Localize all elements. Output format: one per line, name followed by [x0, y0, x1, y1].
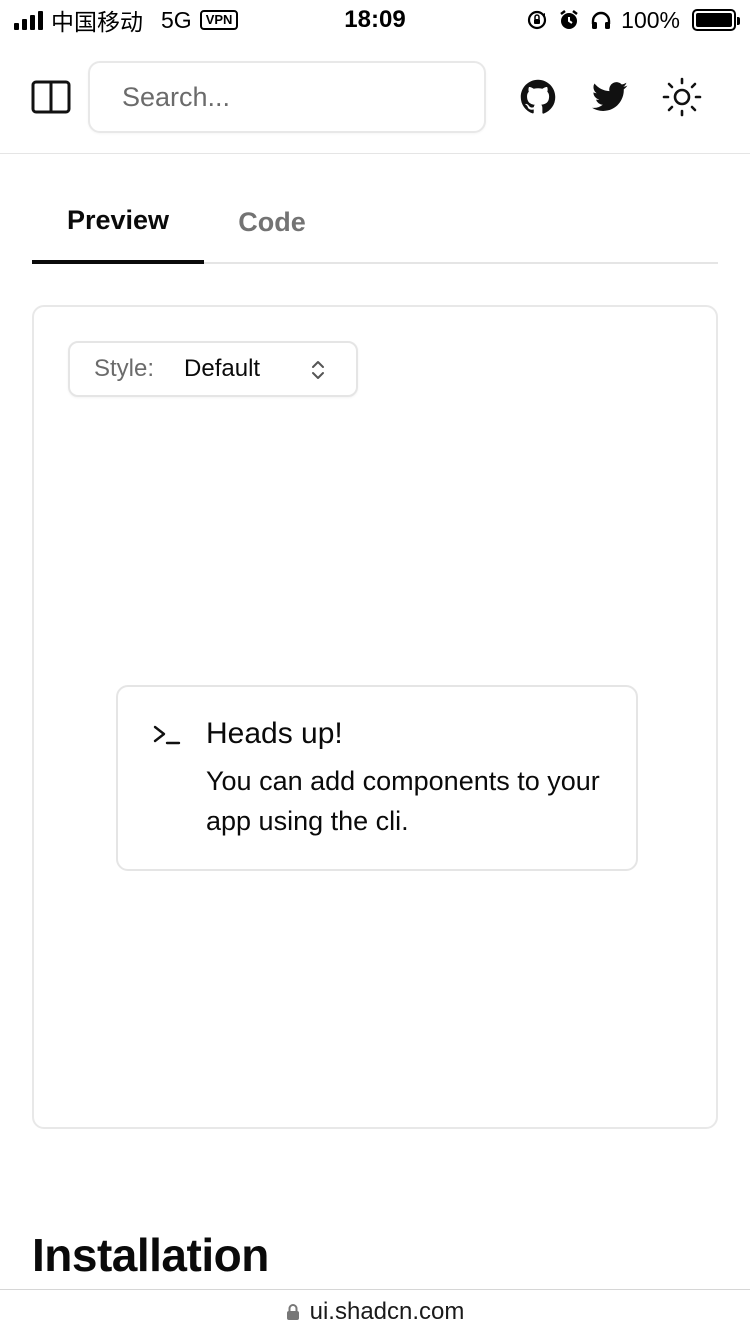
battery-percent: 100%	[621, 6, 680, 33]
style-label: Style:	[94, 355, 155, 382]
status-bar: 中国移动 5G VPN 18:09 100%	[0, 0, 750, 40]
carrier-name: 中国移动	[51, 9, 143, 35]
vpn-badge: VPN	[199, 10, 239, 30]
status-left: 中国移动 5G VPN	[14, 3, 239, 37]
network-type: 5G	[161, 6, 192, 33]
headphones-icon	[589, 8, 613, 32]
alert: Heads up! You can add components to your…	[116, 685, 638, 871]
url-text: ui.shadcn.com	[309, 1298, 465, 1325]
alert-title: Heads up!	[206, 717, 343, 750]
alarm-icon	[557, 8, 581, 32]
signal-icon	[14, 10, 43, 30]
rotation-lock-icon	[525, 8, 549, 32]
chevron-up-down-icon	[312, 361, 324, 379]
lock-icon	[286, 1304, 299, 1320]
twitter-icon[interactable]	[590, 77, 630, 117]
tab-preview[interactable]: Preview	[32, 180, 204, 264]
style-value: Default	[184, 355, 261, 382]
github-icon[interactable]	[518, 77, 558, 117]
url-bar[interactable]: ui.shadcn.com	[0, 1289, 750, 1334]
preview-code-tabs: Preview Code	[32, 180, 718, 264]
sidebar-toggle-icon[interactable]	[30, 78, 72, 116]
search-input[interactable]: Search...	[88, 61, 486, 133]
preview-panel: Style: Default Heads up! You can add com…	[32, 305, 718, 1129]
terminal-icon	[153, 725, 181, 745]
search-placeholder: Search...	[122, 81, 231, 112]
status-right: 100%	[525, 6, 740, 34]
tab-code[interactable]: Code	[222, 180, 322, 264]
page: 中国移动 5G VPN 18:09 100% Search... Preview…	[0, 0, 750, 1334]
style-select[interactable]: Style: Default	[68, 341, 358, 397]
sun-icon[interactable]	[662, 77, 702, 117]
section-heading: Installation	[32, 1229, 269, 1281]
status-time: 18:09	[344, 6, 406, 33]
site-header: Search...	[0, 40, 750, 154]
battery-icon	[692, 9, 740, 31]
alert-description: You can add components to your app using…	[206, 766, 600, 836]
